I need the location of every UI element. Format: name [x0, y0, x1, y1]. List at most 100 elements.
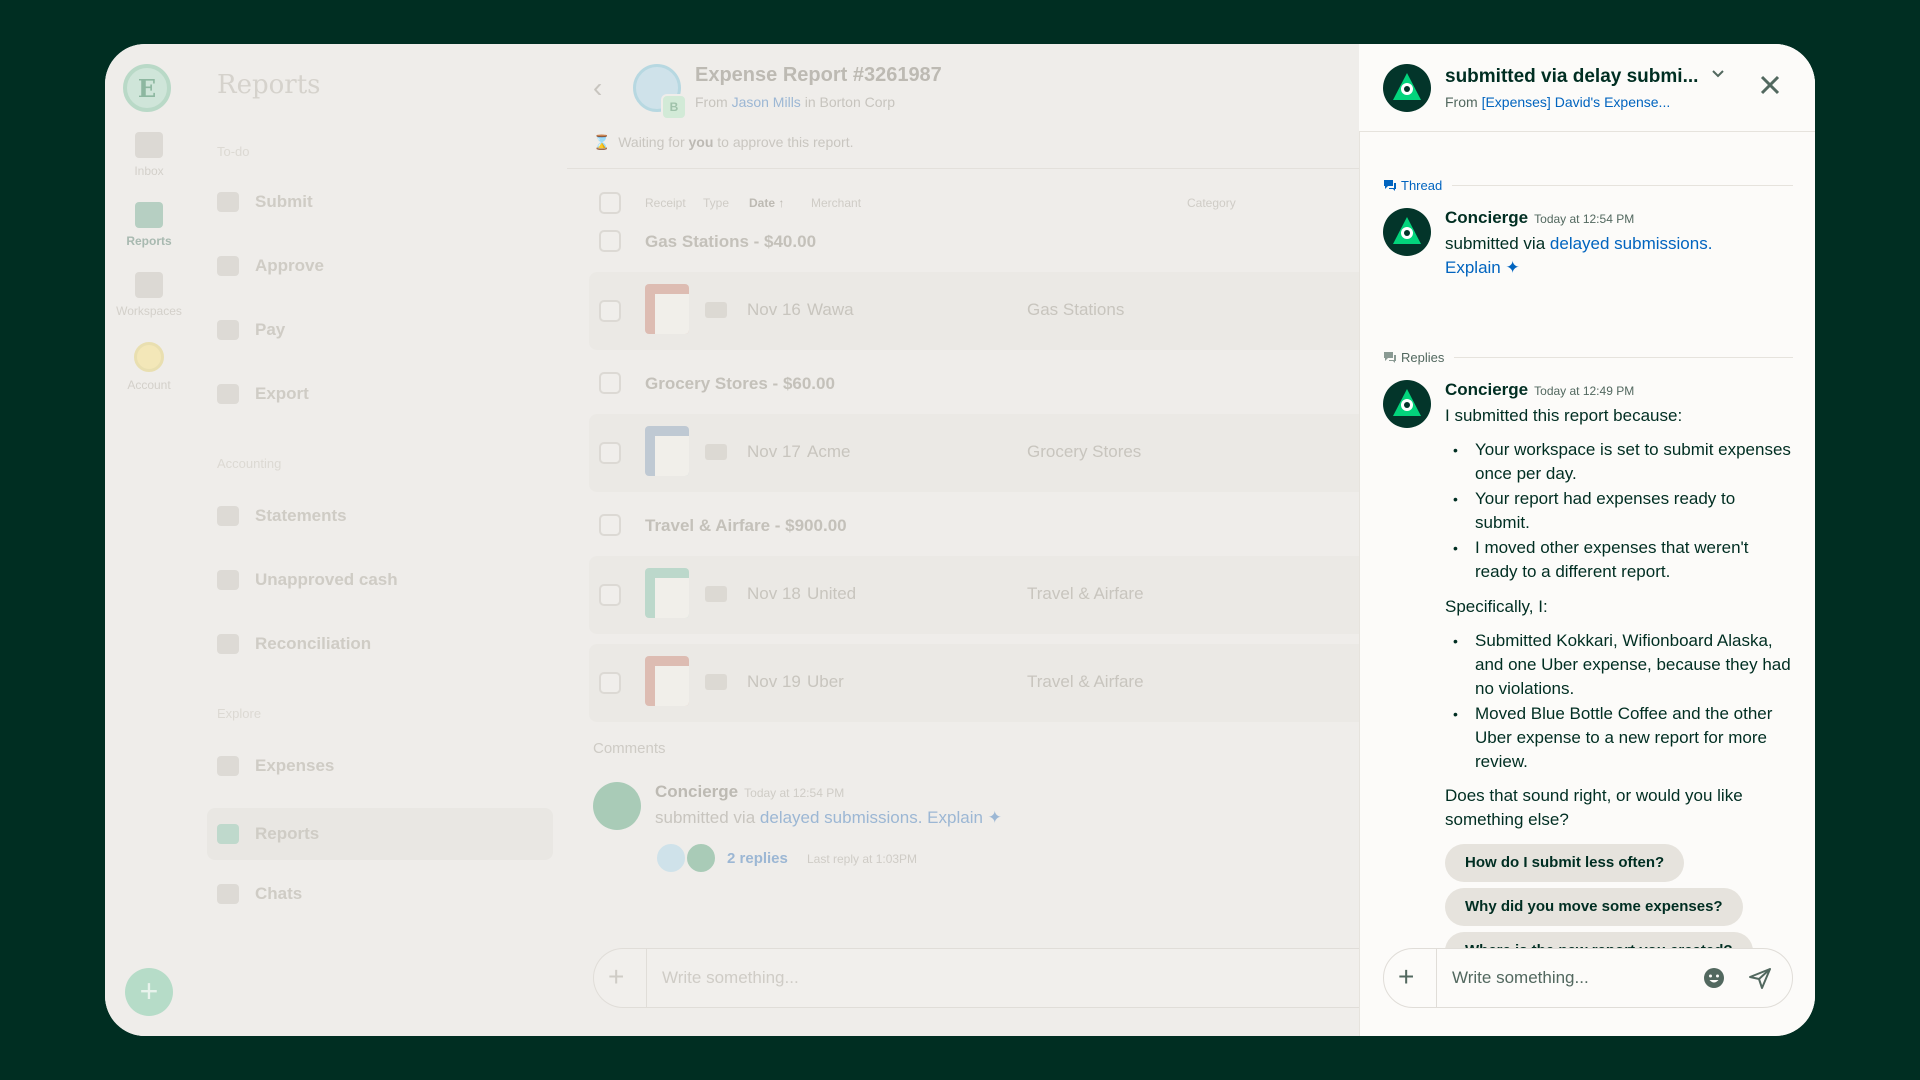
replies-link[interactable]: 2 replies [727, 850, 788, 867]
chevron-down-icon[interactable] [1711, 66, 1725, 85]
comment-time: Today at 12:54 PM [744, 786, 845, 800]
sidebar-item-label: Unapproved cash [255, 570, 398, 589]
select-all-checkbox[interactable] [599, 192, 621, 214]
receipt-thumbnail[interactable] [645, 284, 689, 334]
rail-item-reports[interactable]: Reports [109, 202, 189, 248]
bank-icon [217, 634, 239, 654]
hourglass-icon [217, 570, 239, 590]
composer-input[interactable]: Write something... [1452, 968, 1589, 988]
reports-sidebar: Reports To-do Submit Approve Pay Export … [193, 44, 567, 1036]
replies-label: Replies [1401, 349, 1445, 365]
list-item: Your workspace is set to submit expenses… [1451, 438, 1791, 486]
comment-author: Concierge Today at 12:54 PM [655, 782, 844, 802]
sidebar-item-reports[interactable]: Reports [207, 808, 553, 860]
rail-label: Account [127, 378, 171, 392]
table-row[interactable]: Nov 16 Wawa Gas Stations N [589, 272, 1465, 350]
emoji-icon[interactable] [1702, 966, 1726, 995]
section-todo: To-do [217, 144, 250, 159]
rail-item-inbox[interactable]: Inbox [109, 132, 189, 178]
sidebar-item-approve[interactable]: Approve [217, 256, 324, 276]
reply-specifically: Specifically, I: [1445, 597, 1548, 616]
divider [1454, 356, 1793, 358]
group-checkbox[interactable] [599, 372, 621, 394]
message-prefix: submitted via [1445, 234, 1546, 253]
send-icon[interactable] [1748, 966, 1772, 995]
column-receipt[interactable]: Receipt [645, 196, 686, 210]
row-checkbox[interactable] [599, 672, 621, 694]
divider [1436, 949, 1437, 1007]
receipt-thumbnail[interactable] [645, 568, 689, 618]
author-name: Concierge [1445, 208, 1529, 227]
panel-border [1359, 44, 1360, 1036]
column-merchant[interactable]: Merchant [811, 196, 861, 210]
column-category[interactable]: Category [1187, 196, 1236, 210]
group-checkbox[interactable] [599, 230, 621, 252]
rail-item-account[interactable]: Account [109, 342, 189, 392]
submitter-link[interactable]: Jason Mills [732, 94, 801, 110]
group-checkbox[interactable] [599, 514, 621, 536]
sidebar-title: Reports [217, 70, 321, 100]
composer-placeholder[interactable]: Write something... [662, 968, 799, 988]
group-header: Travel & Airfare - $900.00 [645, 516, 847, 535]
back-arrow-icon[interactable]: ‹ [593, 72, 602, 104]
table-row[interactable]: Nov 17 Acme Grocery Stores N [589, 414, 1465, 492]
sidebar-item-expenses[interactable]: Expenses [217, 756, 334, 776]
close-icon[interactable] [1759, 74, 1781, 101]
report-composer[interactable]: + Write something... [593, 948, 1465, 1008]
row-merchant: Wawa [807, 300, 854, 319]
sidebar-item-chats[interactable]: Chats [217, 884, 302, 904]
rail-item-workspaces[interactable]: Workspaces [109, 272, 189, 318]
column-type[interactable]: Type [703, 196, 729, 210]
table-row[interactable]: Nov 18 United Travel & Airfare N [589, 556, 1465, 634]
thread-label: Thread [1401, 177, 1443, 193]
account-avatar [134, 342, 164, 372]
sidebar-item-submit[interactable]: Submit [217, 192, 313, 212]
thread-composer[interactable]: + Write something... [1383, 948, 1793, 1008]
thread-title[interactable]: submitted via delay submi... [1445, 66, 1698, 88]
row-category: Grocery Stores [1027, 442, 1142, 461]
table-row[interactable]: Nov 19 Uber Travel & Airfare N [589, 644, 1465, 722]
explain-link[interactable]: Explain ✦ [927, 808, 1002, 827]
explain-link[interactable]: Explain ✦ [1445, 258, 1520, 277]
reply-avatars [655, 842, 717, 876]
plus-icon[interactable]: + [608, 961, 624, 993]
rail-label: Inbox [134, 164, 164, 178]
suggestion-chip[interactable]: How do I submit less often? [1445, 844, 1685, 882]
sidebar-item-pay[interactable]: Pay [217, 320, 285, 340]
panel-header: submitted via delay submi... From [Expen… [1359, 44, 1815, 132]
app-logo[interactable]: E [123, 64, 171, 112]
hourglass-icon: ⌛ [593, 134, 611, 150]
group-header: Grocery Stores - $60.00 [645, 374, 835, 393]
plus-icon[interactable]: + [1398, 961, 1414, 993]
sidebar-item-label: Approve [255, 256, 324, 275]
receipt-thumbnail[interactable] [645, 656, 689, 706]
row-checkbox[interactable] [599, 584, 621, 606]
sidebar-item-label: Submit [255, 192, 313, 211]
sidebar-item-statements[interactable]: Statements [217, 506, 347, 526]
list-item: Moved Blue Bottle Coffee and the other U… [1451, 702, 1791, 774]
delayed-submissions-link[interactable]: delayed submissions. [1550, 234, 1713, 253]
sidebar-item-export[interactable]: Export [217, 384, 309, 404]
card-icon [705, 302, 727, 318]
divider [1452, 184, 1793, 186]
delayed-submissions-link[interactable]: delayed submissions. [760, 808, 923, 827]
sidebar-item-unapproved-cash[interactable]: Unapproved cash [217, 570, 398, 590]
sidebar-item-reconciliation[interactable]: Reconciliation [217, 634, 371, 654]
row-merchant: Uber [807, 672, 844, 691]
receipt-thumbnail[interactable] [645, 426, 689, 476]
from-prefix: From [695, 94, 728, 110]
row-checkbox[interactable] [599, 300, 621, 322]
reports-icon [135, 202, 163, 228]
suggestion-chip[interactable]: Why did you move some expenses? [1445, 888, 1743, 926]
card-icon [217, 506, 239, 526]
divider [646, 949, 647, 1007]
row-checkbox[interactable] [599, 442, 621, 464]
column-date[interactable]: Date ↑ [749, 196, 784, 210]
list-item: I moved other expenses that weren't read… [1451, 536, 1791, 584]
card-icon [705, 586, 727, 602]
comment-prefix: submitted via [655, 808, 756, 827]
create-button[interactable]: + [125, 968, 173, 1016]
source-report-link[interactable]: [Expenses] David's Expense... [1482, 94, 1671, 110]
report-from: From Jason Mills in Borton Corp [695, 94, 895, 110]
thread-icon [1384, 180, 1396, 191]
